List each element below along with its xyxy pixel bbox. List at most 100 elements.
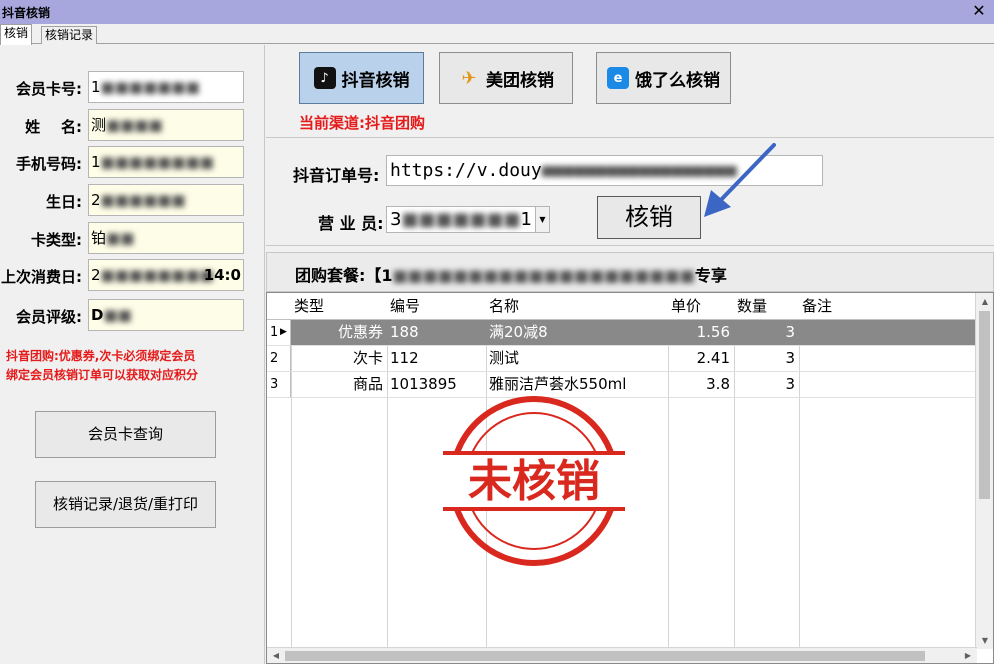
masked-text: ■■■■■■■: [401, 209, 521, 230]
eleme-channel-button[interactable]: e 饿了么核销: [596, 52, 731, 104]
card-no-input[interactable]: 1■■■■■■■: [88, 71, 244, 103]
scroll-right-icon[interactable]: ▶: [959, 648, 977, 663]
package-label-tail: 专享: [694, 266, 727, 285]
col-header-price[interactable]: 单价: [668, 293, 734, 320]
cell-note: [799, 320, 977, 345]
clerk-select[interactable]: 3■■■■■■■1 ▼: [386, 206, 550, 233]
cell-price: 1.56: [696, 323, 730, 341]
divider: [266, 245, 994, 246]
binding-note: 抖音团购:优惠券,次卡必须绑定会员 绑定会员核销订单可以获取对应积分: [6, 349, 199, 382]
name-value: 测: [91, 116, 107, 134]
masked-text: ■■■■■■■■■■■■■■■■■■: [541, 160, 737, 181]
scroll-down-icon[interactable]: ▼: [976, 632, 993, 649]
masked-text: ■■■■■■■: [100, 78, 200, 96]
cell-price: 3.8: [706, 375, 730, 393]
phone-label: 手机号码:: [16, 155, 82, 173]
order-no-value: https://v.douy: [390, 160, 542, 181]
order-no-label: 抖音订单号:: [293, 166, 380, 185]
items-grid[interactable]: 类型 编号 名称 单价 数量 备注 优惠券 188 满20减8 1.56 3 1…: [266, 292, 994, 664]
current-channel: 当前渠道:抖音团购: [299, 114, 425, 132]
col-header-type[interactable]: 类型: [291, 293, 387, 320]
name-label: 姓 名:: [25, 118, 82, 136]
row-number: 2: [267, 346, 291, 372]
col-header-qty[interactable]: 数量: [734, 293, 799, 320]
card-type-field: 铂■■: [88, 222, 244, 254]
cell-price: 2.41: [696, 349, 730, 367]
phone-value: 1: [91, 153, 101, 171]
meituan-icon: ✈: [461, 67, 477, 89]
last-visit-field: 2■■■■■■■■ 14:0: [88, 259, 244, 291]
masked-text: ■■■■■■■■: [100, 266, 214, 284]
card-no-value: 1: [91, 78, 101, 96]
cell-qty: 3: [785, 349, 795, 367]
douyin-channel-button[interactable]: ♪ 抖音核销: [299, 52, 424, 104]
meituan-channel-button[interactable]: ✈ 美团核销: [439, 52, 573, 104]
cell-name: 测试: [489, 349, 520, 367]
phone-row: 手机号码: 1■■■■■■■■: [0, 146, 260, 178]
birthday-row: 生日: 2■■■■■■: [0, 184, 260, 216]
horizontal-scrollbar[interactable]: ◀ ▶: [267, 647, 977, 663]
cell-type: 优惠券: [337, 323, 383, 341]
masked-text: ■■: [106, 229, 135, 247]
cell-qty: 3: [785, 323, 795, 341]
cell-note: [799, 346, 977, 371]
eleme-channel-label: 饿了么核销: [635, 70, 720, 91]
col-header-note[interactable]: 备注: [799, 293, 977, 320]
level-field: D■■: [88, 299, 244, 331]
cell-code: 188: [390, 323, 419, 341]
cell-note: [799, 372, 977, 397]
name-field: 测■■■■: [88, 109, 244, 141]
masked-text: ■■■■■■■■: [100, 153, 214, 171]
chevron-down-icon[interactable]: ▼: [535, 207, 549, 232]
row-number: 1 ▶: [267, 320, 291, 346]
level-value: D: [91, 306, 104, 324]
scroll-up-icon[interactable]: ▲: [976, 293, 993, 310]
tab-records[interactable]: 核销记录: [41, 26, 98, 44]
verify-button[interactable]: 核销: [597, 196, 701, 239]
row-header-corner: [267, 293, 291, 320]
name-row: 姓 名: 测■■■■: [0, 109, 260, 141]
cell-code: 1013895: [390, 375, 457, 393]
scroll-left-icon[interactable]: ◀: [267, 648, 285, 663]
cell-name: 雅丽洁芦荟水550ml: [489, 375, 627, 393]
vertical-scrollbar[interactable]: ▲ ▼: [975, 293, 993, 649]
birthday-label: 生日:: [46, 193, 82, 211]
title-bar: 抖音核销 ✕: [0, 0, 994, 24]
cell-type: 商品: [352, 375, 383, 393]
close-icon[interactable]: ✕: [970, 1, 988, 21]
row-number-text: 1: [270, 325, 279, 340]
cell-name: 满20减8: [489, 323, 548, 341]
order-no-input[interactable]: https://v.douy■■■■■■■■■■■■■■■■■■: [386, 155, 823, 186]
last-visit-time: 14:0: [203, 266, 241, 284]
col-header-code[interactable]: 编号: [387, 293, 486, 320]
birthday-field: 2■■■■■■: [88, 184, 244, 216]
level-row: 会员评级: D■■: [0, 299, 260, 331]
col-header-name[interactable]: 名称: [486, 293, 668, 320]
douyin-icon: ♪: [313, 67, 336, 89]
level-label: 会员评级:: [16, 308, 82, 326]
last-visit-value: 2: [91, 266, 101, 284]
stamp-text: 未核销: [468, 456, 600, 507]
masked-text: ■■■■■■■■■■■■■■■■■■■■: [392, 266, 695, 285]
table-row[interactable]: 优惠券 188 满20减8 1.56 3 1 ▶: [267, 320, 977, 346]
card-type-label: 卡类型:: [31, 231, 82, 249]
birthday-value: 2: [91, 191, 101, 209]
cell-type: 次卡: [352, 349, 383, 367]
card-type-value: 铂: [91, 229, 107, 247]
last-visit-label: 上次消费日:: [1, 268, 82, 286]
card-type-row: 卡类型: 铂■■: [0, 222, 260, 254]
masked-text: ■■■■: [106, 116, 163, 134]
scroll-thumb[interactable]: [979, 311, 990, 499]
card-query-button[interactable]: 会员卡查询: [35, 411, 216, 458]
scroll-thumb[interactable]: [285, 651, 925, 661]
table-row[interactable]: 次卡 112 测试 2.41 3 2: [267, 346, 977, 372]
cell-code: 112: [390, 349, 419, 367]
package-bar: 团购套餐:【1■■■■■■■■■■■■■■■■■■■■专享: [266, 252, 994, 292]
records-return-reprint-button[interactable]: 核销记录/退货/重打印: [35, 481, 216, 528]
unverified-stamp: 未核销: [443, 396, 625, 566]
table-row[interactable]: 商品 1013895 雅丽洁芦荟水550ml 3.8 3 3: [267, 372, 977, 398]
card-no-label: 会员卡号:: [16, 80, 82, 98]
package-label: 团购套餐:【1■■■■■■■■■■■■■■■■■■■■专享: [295, 262, 727, 286]
last-visit-row: 上次消费日: 2■■■■■■■■ 14:0: [0, 259, 260, 291]
tab-verify[interactable]: 核销: [0, 24, 33, 45]
